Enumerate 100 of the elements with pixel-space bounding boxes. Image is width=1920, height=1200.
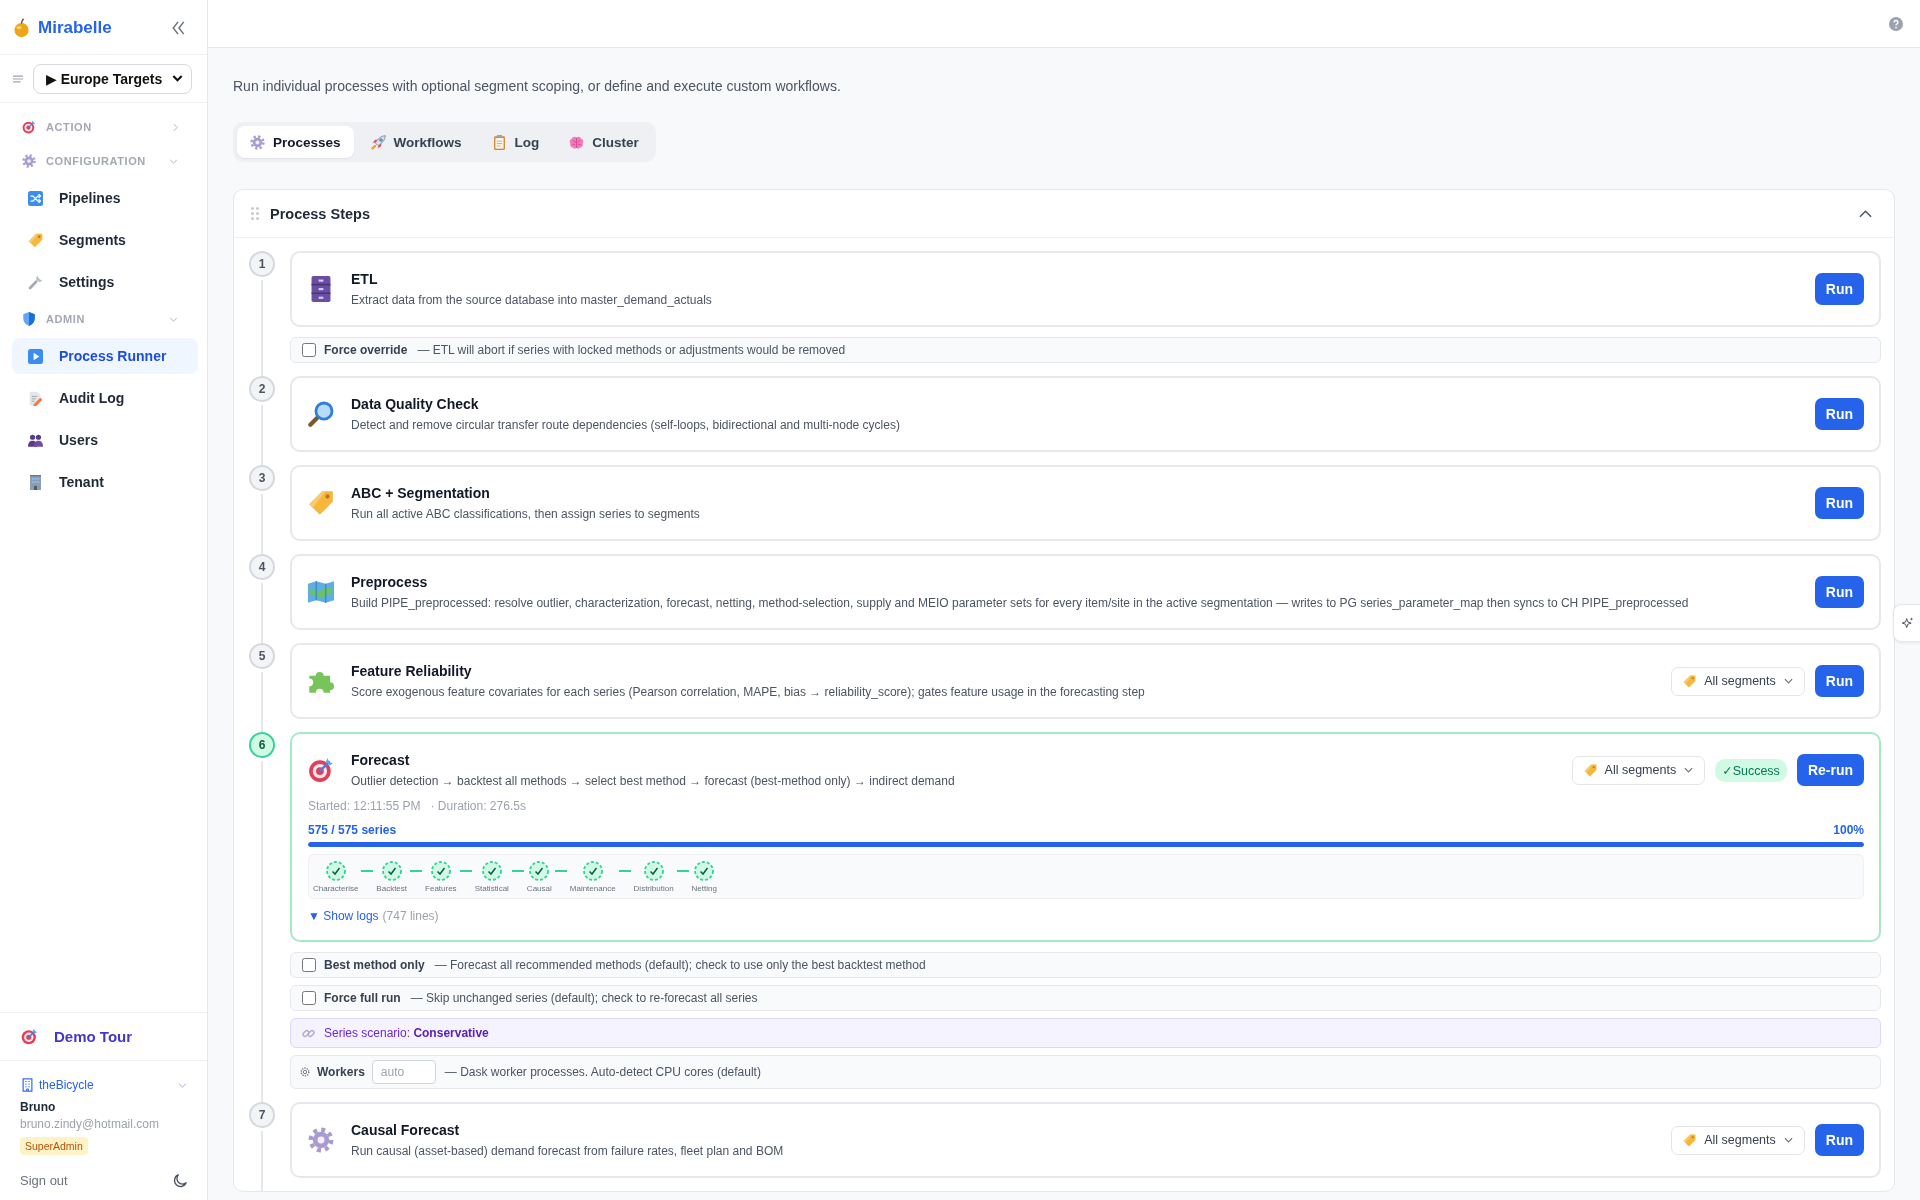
stage-label: Causal [526, 884, 552, 894]
option-label: Force full run [324, 991, 401, 1005]
tab[interactable]: Processes [237, 126, 354, 158]
nav-item[interactable]: Settings [12, 264, 198, 300]
step-description: Build PIPE_preprocessed: resolve outlier, characterization, forecast, netting, method-selection, supply and MEIO parameter sets for every item/site in the active segmentation — writes to PG series_parameter_map then syncs to CH PIPE_preprocessed [351, 594, 1690, 612]
gear-icon [250, 134, 265, 150]
fruit-icon [14, 18, 29, 38]
nav-item[interactable]: Audit Log [12, 380, 198, 416]
stage-label: Statistical [474, 884, 509, 894]
checkbox[interactable] [302, 991, 316, 1005]
nav-item[interactable]: Pipelines [12, 180, 198, 216]
users-icon [28, 432, 43, 448]
progress-percent: 100% [1833, 822, 1864, 838]
segment-select[interactable]: All segments [1671, 666, 1805, 696]
option-label: Best method only [324, 958, 425, 972]
target-icon [22, 120, 36, 134]
help-icon[interactable] [1889, 16, 1903, 31]
log-line-count: (747 lines) [382, 908, 439, 924]
start-time: Started: 12:11:55 PM [308, 798, 421, 814]
step-number: 3 [249, 465, 275, 491]
step-number: 4 [249, 554, 275, 580]
shield-icon [22, 312, 36, 326]
role-badge: SuperAdmin [20, 1137, 88, 1155]
clipboard-icon [491, 134, 507, 150]
step-description: Extract data from the source database into master_demand_actuals [351, 291, 713, 309]
duration: · Duration: 276.5s [430, 798, 526, 814]
option-note: — Forecast all recommended methods (default); check to use only the best backtest method [434, 958, 926, 972]
chevron-down-icon[interactable] [169, 316, 178, 322]
run-button[interactable]: Run [1814, 1124, 1864, 1156]
tag-icon [1583, 763, 1597, 777]
workers-input[interactable]: auto [371, 1060, 436, 1084]
caret-down-icon [1684, 767, 1694, 773]
stage-label: Netting [691, 884, 717, 894]
run-button[interactable]: Run [1814, 576, 1864, 608]
chevron-down-icon [178, 1082, 187, 1088]
chevron-right-icon[interactable] [173, 122, 178, 132]
tag-icon [28, 232, 43, 248]
tag-icon [1683, 1133, 1697, 1147]
option-note: — Dask worker processes. Auto-detect CPU cores (default) [444, 1065, 761, 1079]
step-description: Score exogenous feature covariates for each series (Pearson correlation, MAPE, bias → reliability_score); gates feature usage in the forecasting step [351, 683, 1146, 701]
step-description: Run all active ABC classifications, then assign series to segments [351, 505, 701, 523]
run-button[interactable]: Run [1814, 665, 1864, 697]
scenario-text: Series scenario: Conservative [324, 1026, 489, 1040]
chevron-down-icon[interactable] [169, 158, 178, 164]
gear-icon [22, 154, 36, 168]
caret-down-icon [1783, 678, 1793, 684]
option-note: — ETL will abort if series with locked methods or adjustments would be removed [417, 343, 846, 357]
shuffle-icon [28, 190, 43, 206]
step-number: 5 [249, 643, 275, 669]
scenario-select[interactable]: ▶ Europe Targets [33, 63, 192, 94]
run-button[interactable]: Run [1814, 487, 1864, 519]
moon-icon[interactable] [173, 1173, 187, 1188]
building-icon [28, 474, 43, 490]
tag-icon [1683, 674, 1697, 688]
tab[interactable]: Cluster [556, 126, 652, 158]
step-number: 6 [249, 732, 275, 758]
stage-label: Backtest [376, 884, 408, 894]
step-title: Preprocess [351, 572, 429, 592]
option-label: Force override [324, 343, 408, 357]
user-email: bruno.zindy@hotmail.com [20, 1117, 160, 1132]
step-title: ABC + Segmentation [351, 483, 491, 503]
target-icon [308, 757, 334, 783]
step-title: Forecast [351, 750, 411, 770]
collapse-icon[interactable] [172, 21, 185, 35]
nav-item[interactable]: Users [12, 422, 198, 458]
gear-icon [308, 1127, 334, 1153]
tab[interactable]: Workflows [357, 126, 475, 158]
stage-label: Features [425, 884, 457, 894]
caret-down-icon [1783, 1137, 1793, 1143]
page-description: Run individual processes with optional segment scoping, or define and execute custom workflows. [233, 77, 841, 96]
nav-item[interactable]: Process Runner [12, 338, 198, 374]
segment-select[interactable]: All segments [1671, 1125, 1805, 1155]
step-number: 1 [249, 251, 275, 277]
checkbox[interactable] [302, 343, 316, 357]
stage-label: Maintenance [569, 884, 616, 894]
run-button[interactable]: Run [1814, 273, 1864, 305]
tenant-switcher[interactable]: theBicycle [22, 1077, 187, 1093]
run-button[interactable]: Run [1814, 398, 1864, 430]
panel-title: Process Steps [270, 205, 371, 222]
demo-tour-link[interactable]: Demo Tour [0, 1012, 207, 1061]
nav-item[interactable]: Tenant [12, 464, 198, 500]
show-logs-link[interactable]: ▼ Show logs [308, 908, 379, 924]
checkbox[interactable] [302, 958, 316, 972]
status-badge: ✓Success [1715, 758, 1787, 782]
option-label: Workers [317, 1065, 365, 1079]
segment-select[interactable]: All segments [1571, 755, 1706, 785]
building-icon [22, 1078, 33, 1092]
step-number: 7 [249, 1102, 275, 1128]
tab[interactable]: Log [478, 126, 553, 158]
user-name: Bruno [20, 1100, 57, 1115]
drag-handle-icon[interactable] [251, 207, 259, 220]
step-title: Causal Forecast [351, 1120, 461, 1140]
wrench-icon [28, 274, 43, 290]
nav-item[interactable]: Segments [12, 222, 198, 258]
sign-out-link[interactable]: Sign out [20, 1173, 68, 1188]
sparkle-button[interactable] [1893, 604, 1920, 642]
menu-icon[interactable] [13, 74, 23, 83]
step-title: Data Quality Check [351, 394, 480, 414]
run-button[interactable]: Re-run [1796, 754, 1864, 786]
chevron-up-icon[interactable] [1859, 209, 1872, 218]
